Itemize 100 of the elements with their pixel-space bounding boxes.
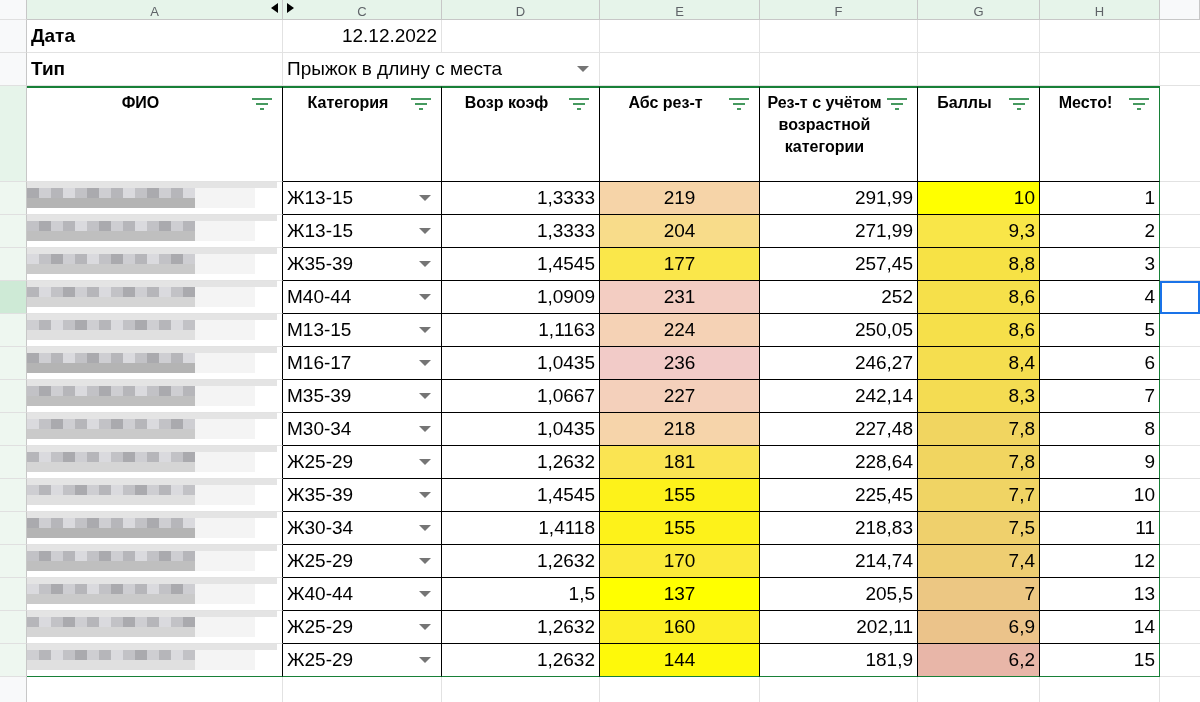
table-cell: 6 xyxy=(1040,347,1160,380)
column-title: Категория xyxy=(306,93,390,113)
filter-icon[interactable] xyxy=(1009,98,1029,110)
table-cell: 170 xyxy=(600,545,760,578)
row-header[interactable] xyxy=(0,545,27,578)
table-cell: 4 xyxy=(1040,281,1160,314)
filter-icon[interactable] xyxy=(1129,98,1149,110)
table-cell: 218,83 xyxy=(760,512,918,545)
dropdown-arrow-icon[interactable] xyxy=(419,327,431,333)
row-header[interactable] xyxy=(0,479,27,512)
row-header[interactable] xyxy=(0,578,27,611)
column-header[interactable]: H xyxy=(1040,0,1160,20)
table-cell: 291,99 xyxy=(760,182,918,215)
dropdown-arrow-icon[interactable] xyxy=(419,657,431,663)
dropdown-arrow-icon[interactable] xyxy=(419,558,431,564)
arrow-right-icon[interactable] xyxy=(287,3,294,13)
dropdown-arrow-icon[interactable] xyxy=(419,624,431,630)
category-dropdown[interactable]: М16-17 xyxy=(283,347,442,380)
row-header[interactable] xyxy=(0,380,27,413)
category-dropdown[interactable]: Ж13-15 xyxy=(283,182,442,215)
filter-icon[interactable] xyxy=(729,98,749,110)
column-title: Место! xyxy=(1057,93,1114,113)
table-cell: 13 xyxy=(1040,578,1160,611)
dropdown-arrow-icon[interactable] xyxy=(419,261,431,267)
table-cell: 1,3333 xyxy=(442,182,600,215)
dropdown-arrow-icon[interactable] xyxy=(419,294,431,300)
row-header[interactable] xyxy=(0,248,27,281)
selected-cell[interactable] xyxy=(1160,281,1200,314)
arrow-left-icon[interactable] xyxy=(271,3,278,13)
dropdown-field[interactable]: Прыжок в длину с места xyxy=(283,53,600,86)
row-header[interactable] xyxy=(0,86,27,182)
category-dropdown[interactable]: Ж30-34 xyxy=(283,512,442,545)
dropdown-arrow-icon[interactable] xyxy=(419,360,431,366)
column-header[interactable]: C xyxy=(283,0,442,20)
row-header[interactable] xyxy=(0,446,27,479)
table-cell: 7 xyxy=(918,578,1040,611)
filter-icon[interactable] xyxy=(887,98,907,110)
column-header[interactable]: F xyxy=(760,0,918,20)
category-dropdown[interactable]: М13-15 xyxy=(283,314,442,347)
row-header[interactable] xyxy=(0,314,27,347)
table-cell: 1,2632 xyxy=(442,545,600,578)
table-cell: 219 xyxy=(600,182,760,215)
table-cell: 8,6 xyxy=(918,281,1040,314)
row-header[interactable] xyxy=(0,182,27,215)
dropdown-arrow-icon[interactable] xyxy=(419,195,431,201)
category-dropdown[interactable]: Ж40-44 xyxy=(283,578,442,611)
row-header[interactable] xyxy=(0,53,27,86)
table-cell: 7,4 xyxy=(918,545,1040,578)
table-cell: 1,5 xyxy=(442,578,600,611)
table-cell: 246,27 xyxy=(760,347,918,380)
category-dropdown[interactable]: М30-34 xyxy=(283,413,442,446)
row-header[interactable] xyxy=(0,281,27,314)
table-cell: 12 xyxy=(1040,545,1160,578)
row-header[interactable] xyxy=(0,215,27,248)
dropdown-arrow-icon[interactable] xyxy=(419,525,431,531)
field-label: Тип xyxy=(27,53,283,86)
table-cell: 1,3333 xyxy=(442,215,600,248)
column-header[interactable]: E xyxy=(600,0,760,20)
table-cell: 7,5 xyxy=(918,512,1040,545)
dropdown-arrow-icon[interactable] xyxy=(419,591,431,597)
table-cell: 181 xyxy=(600,446,760,479)
category-dropdown[interactable]: Ж25-29 xyxy=(283,446,442,479)
row-header[interactable] xyxy=(0,0,27,20)
row-header[interactable] xyxy=(0,413,27,446)
table-cell: 202,11 xyxy=(760,611,918,644)
table-cell: 8 xyxy=(1040,413,1160,446)
dropdown-arrow-icon[interactable] xyxy=(419,492,431,498)
category-dropdown[interactable]: Ж35-39 xyxy=(283,479,442,512)
category-dropdown[interactable]: Ж25-29 xyxy=(283,644,442,677)
column-header[interactable] xyxy=(1160,0,1200,20)
column-header[interactable]: A xyxy=(27,0,283,20)
row-header[interactable] xyxy=(0,347,27,380)
table-cell: 1,0435 xyxy=(442,413,600,446)
filter-icon[interactable] xyxy=(252,98,272,110)
category-dropdown[interactable]: М40-44 xyxy=(283,281,442,314)
row-header[interactable] xyxy=(0,512,27,545)
column-title: Абс рез-т xyxy=(627,93,704,113)
table-cell: 7,7 xyxy=(918,479,1040,512)
category-dropdown[interactable]: Ж13-15 xyxy=(283,215,442,248)
filter-icon[interactable] xyxy=(569,98,589,110)
filter-icon[interactable] xyxy=(411,98,431,110)
dropdown-arrow-icon[interactable] xyxy=(577,66,589,72)
category-dropdown[interactable]: М35-39 xyxy=(283,380,442,413)
table-cell: 1,2632 xyxy=(442,644,600,677)
table-cell: 11 xyxy=(1040,512,1160,545)
table-cell: 6,9 xyxy=(918,611,1040,644)
column-header[interactable]: D xyxy=(442,0,600,20)
dropdown-arrow-icon[interactable] xyxy=(419,393,431,399)
category-dropdown[interactable]: Ж25-29 xyxy=(283,611,442,644)
category-dropdown[interactable]: Ж35-39 xyxy=(283,248,442,281)
column-header[interactable]: G xyxy=(918,0,1040,20)
table-cell: 252 xyxy=(760,281,918,314)
table-cell: 225,45 xyxy=(760,479,918,512)
row-header[interactable] xyxy=(0,20,27,53)
row-header[interactable] xyxy=(0,644,27,677)
category-dropdown[interactable]: Ж25-29 xyxy=(283,545,442,578)
dropdown-arrow-icon[interactable] xyxy=(419,459,431,465)
dropdown-arrow-icon[interactable] xyxy=(419,228,431,234)
dropdown-arrow-icon[interactable] xyxy=(419,426,431,432)
row-header[interactable] xyxy=(0,611,27,644)
